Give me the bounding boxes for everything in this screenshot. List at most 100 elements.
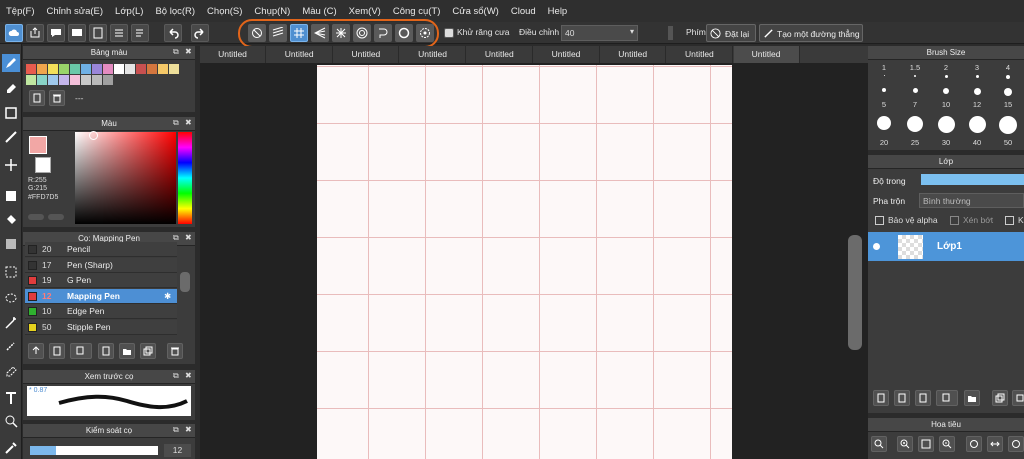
palette-swatch[interactable] bbox=[26, 75, 36, 85]
checklist-icon[interactable] bbox=[131, 24, 149, 42]
brush-size-cell[interactable]: 50 bbox=[994, 114, 1022, 148]
close-icon[interactable]: ✖ bbox=[185, 233, 192, 242]
snap-concentric-icon[interactable] bbox=[353, 24, 371, 42]
blend-select[interactable]: Bình thường bbox=[919, 193, 1024, 208]
menu-cloud[interactable]: Cloud bbox=[505, 6, 542, 17]
palette-swatch[interactable] bbox=[37, 64, 47, 74]
chat-icon[interactable] bbox=[68, 24, 86, 42]
folder-icon[interactable] bbox=[119, 343, 135, 359]
color-mode-button[interactable] bbox=[28, 214, 44, 220]
layer-folder-icon[interactable] bbox=[964, 390, 980, 406]
menu-select[interactable]: Chọn(S) bbox=[201, 6, 248, 17]
menu-view[interactable]: Xem(V) bbox=[343, 6, 387, 17]
clip-checkbox[interactable] bbox=[950, 216, 959, 225]
flip-icon[interactable] bbox=[987, 436, 1003, 452]
brush-size-cell[interactable]: 10 bbox=[932, 86, 960, 110]
palette-swatch[interactable] bbox=[26, 64, 36, 74]
snap-vanishing-icon[interactable] bbox=[311, 24, 329, 42]
document-tab[interactable]: Untitled bbox=[733, 46, 800, 63]
new-layer-8-icon[interactable] bbox=[915, 390, 931, 406]
brush-size-cell[interactable]: 40 bbox=[963, 114, 991, 148]
brush-size-cell[interactable]: 1 bbox=[870, 62, 898, 86]
brush-size-cell[interactable]: 1.5 bbox=[901, 62, 929, 86]
menu-color[interactable]: Màu (C) bbox=[296, 6, 342, 17]
snap-parallel-icon[interactable] bbox=[269, 24, 287, 42]
rotate-right-icon[interactable] bbox=[1008, 436, 1024, 452]
trash-icon[interactable] bbox=[49, 90, 65, 106]
layer-menu-icon[interactable] bbox=[936, 390, 958, 406]
snap-grid-icon[interactable] bbox=[290, 24, 308, 42]
brush-item[interactable]: 12 Mapping Pen ✱ bbox=[25, 288, 177, 304]
menu-tools[interactable]: Công cụ(T) bbox=[387, 6, 447, 17]
document-tab[interactable]: Untitled bbox=[467, 46, 533, 63]
size-slider[interactable] bbox=[30, 446, 158, 455]
snap-settings-icon[interactable] bbox=[416, 24, 434, 42]
palette-swatch[interactable] bbox=[70, 64, 80, 74]
saturation-value-picker[interactable] bbox=[75, 132, 176, 224]
pen-tool-icon[interactable] bbox=[2, 128, 20, 146]
palette-swatch[interactable] bbox=[136, 64, 146, 74]
document-tab[interactable]: Untitled bbox=[400, 46, 467, 63]
select-eraser-tool-icon[interactable] bbox=[2, 362, 20, 380]
brush-size-cell[interactable]: 3 bbox=[963, 62, 991, 86]
brush-list-scrollbar[interactable] bbox=[180, 272, 190, 292]
brush-item[interactable]: 50 Stipple Pen bbox=[25, 319, 177, 335]
zoom-actual-icon[interactable] bbox=[918, 436, 934, 452]
brush-item[interactable]: 17 Pen (Sharp) bbox=[25, 257, 177, 273]
undo-icon[interactable] bbox=[164, 24, 182, 42]
operation-tool-icon[interactable] bbox=[2, 412, 20, 430]
protect-alpha-checkbox[interactable] bbox=[875, 216, 884, 225]
text-tool-icon[interactable] bbox=[2, 389, 20, 407]
comment-icon[interactable] bbox=[47, 24, 65, 42]
delete-brush-icon[interactable] bbox=[167, 343, 183, 359]
brush-size-cell[interactable]: 20 bbox=[870, 114, 898, 148]
document-tab[interactable]: Untitled bbox=[200, 46, 266, 63]
palette-swatch[interactable] bbox=[48, 75, 58, 85]
brush-menu-icon[interactable] bbox=[70, 343, 92, 359]
vertical-scrollbar[interactable] bbox=[848, 235, 862, 350]
upload-icon[interactable] bbox=[28, 343, 44, 359]
brush-item[interactable]: 10 Edge Pen bbox=[25, 304, 177, 319]
palette-swatch[interactable] bbox=[147, 64, 157, 74]
layer-row[interactable]: Lớp1 bbox=[868, 232, 1024, 261]
palette-swatch[interactable] bbox=[169, 64, 179, 74]
snap-curve-icon[interactable] bbox=[374, 24, 392, 42]
snap-circle-icon[interactable] bbox=[395, 24, 413, 42]
eye-icon[interactable] bbox=[873, 243, 880, 250]
document-tab[interactable]: Untitled bbox=[667, 46, 733, 63]
palette-swatch[interactable] bbox=[103, 64, 113, 74]
fill-rect-tool-icon[interactable] bbox=[2, 187, 20, 205]
document-icon[interactable] bbox=[89, 24, 107, 42]
lock-checkbox[interactable] bbox=[1005, 216, 1014, 225]
eyedropper-tool-icon[interactable] bbox=[2, 439, 20, 457]
eraser-tool-icon[interactable] bbox=[2, 79, 20, 97]
close-icon[interactable]: ✖ bbox=[185, 371, 192, 380]
brush-settings-icon[interactable] bbox=[98, 343, 114, 359]
cloud-icon[interactable] bbox=[5, 24, 23, 42]
brush-size-cell[interactable]: 7 bbox=[901, 86, 929, 110]
brush-size-cell[interactable]: 2 bbox=[932, 62, 960, 86]
menu-window[interactable]: Cửa sổ(W) bbox=[446, 6, 504, 17]
straight-line-button[interactable]: Tạo một đường thẳng bbox=[759, 24, 863, 42]
palette-swatch[interactable] bbox=[59, 64, 69, 74]
brush-size-cell[interactable]: 5 bbox=[870, 86, 898, 110]
brush-size-cell[interactable]: 30 bbox=[932, 114, 960, 148]
magic-wand-tool-icon[interactable] bbox=[2, 314, 20, 332]
size-value[interactable]: 12 bbox=[164, 444, 191, 457]
adjust-select[interactable]: 40 ▾ bbox=[561, 25, 638, 41]
new-brush-icon[interactable] bbox=[49, 343, 65, 359]
brush-size-cell[interactable]: 4 bbox=[994, 62, 1022, 86]
export-icon[interactable] bbox=[26, 24, 44, 42]
menu-help[interactable]: Help bbox=[542, 6, 574, 17]
palette-swatch[interactable] bbox=[70, 75, 80, 85]
palette-swatch[interactable] bbox=[92, 64, 102, 74]
foreground-color-swatch[interactable] bbox=[29, 136, 47, 154]
redo-icon[interactable] bbox=[191, 24, 209, 42]
color-swap-button[interactable] bbox=[48, 214, 64, 220]
close-icon[interactable]: ✖ bbox=[185, 118, 192, 127]
layer-merge-icon[interactable] bbox=[1012, 390, 1024, 406]
layer-duplicate-icon[interactable] bbox=[992, 390, 1008, 406]
document-tab[interactable]: Untitled bbox=[333, 46, 400, 63]
brush-size-cell[interactable]: 25 bbox=[901, 114, 929, 148]
menu-filter[interactable]: Bộ lọc(R) bbox=[149, 6, 201, 17]
